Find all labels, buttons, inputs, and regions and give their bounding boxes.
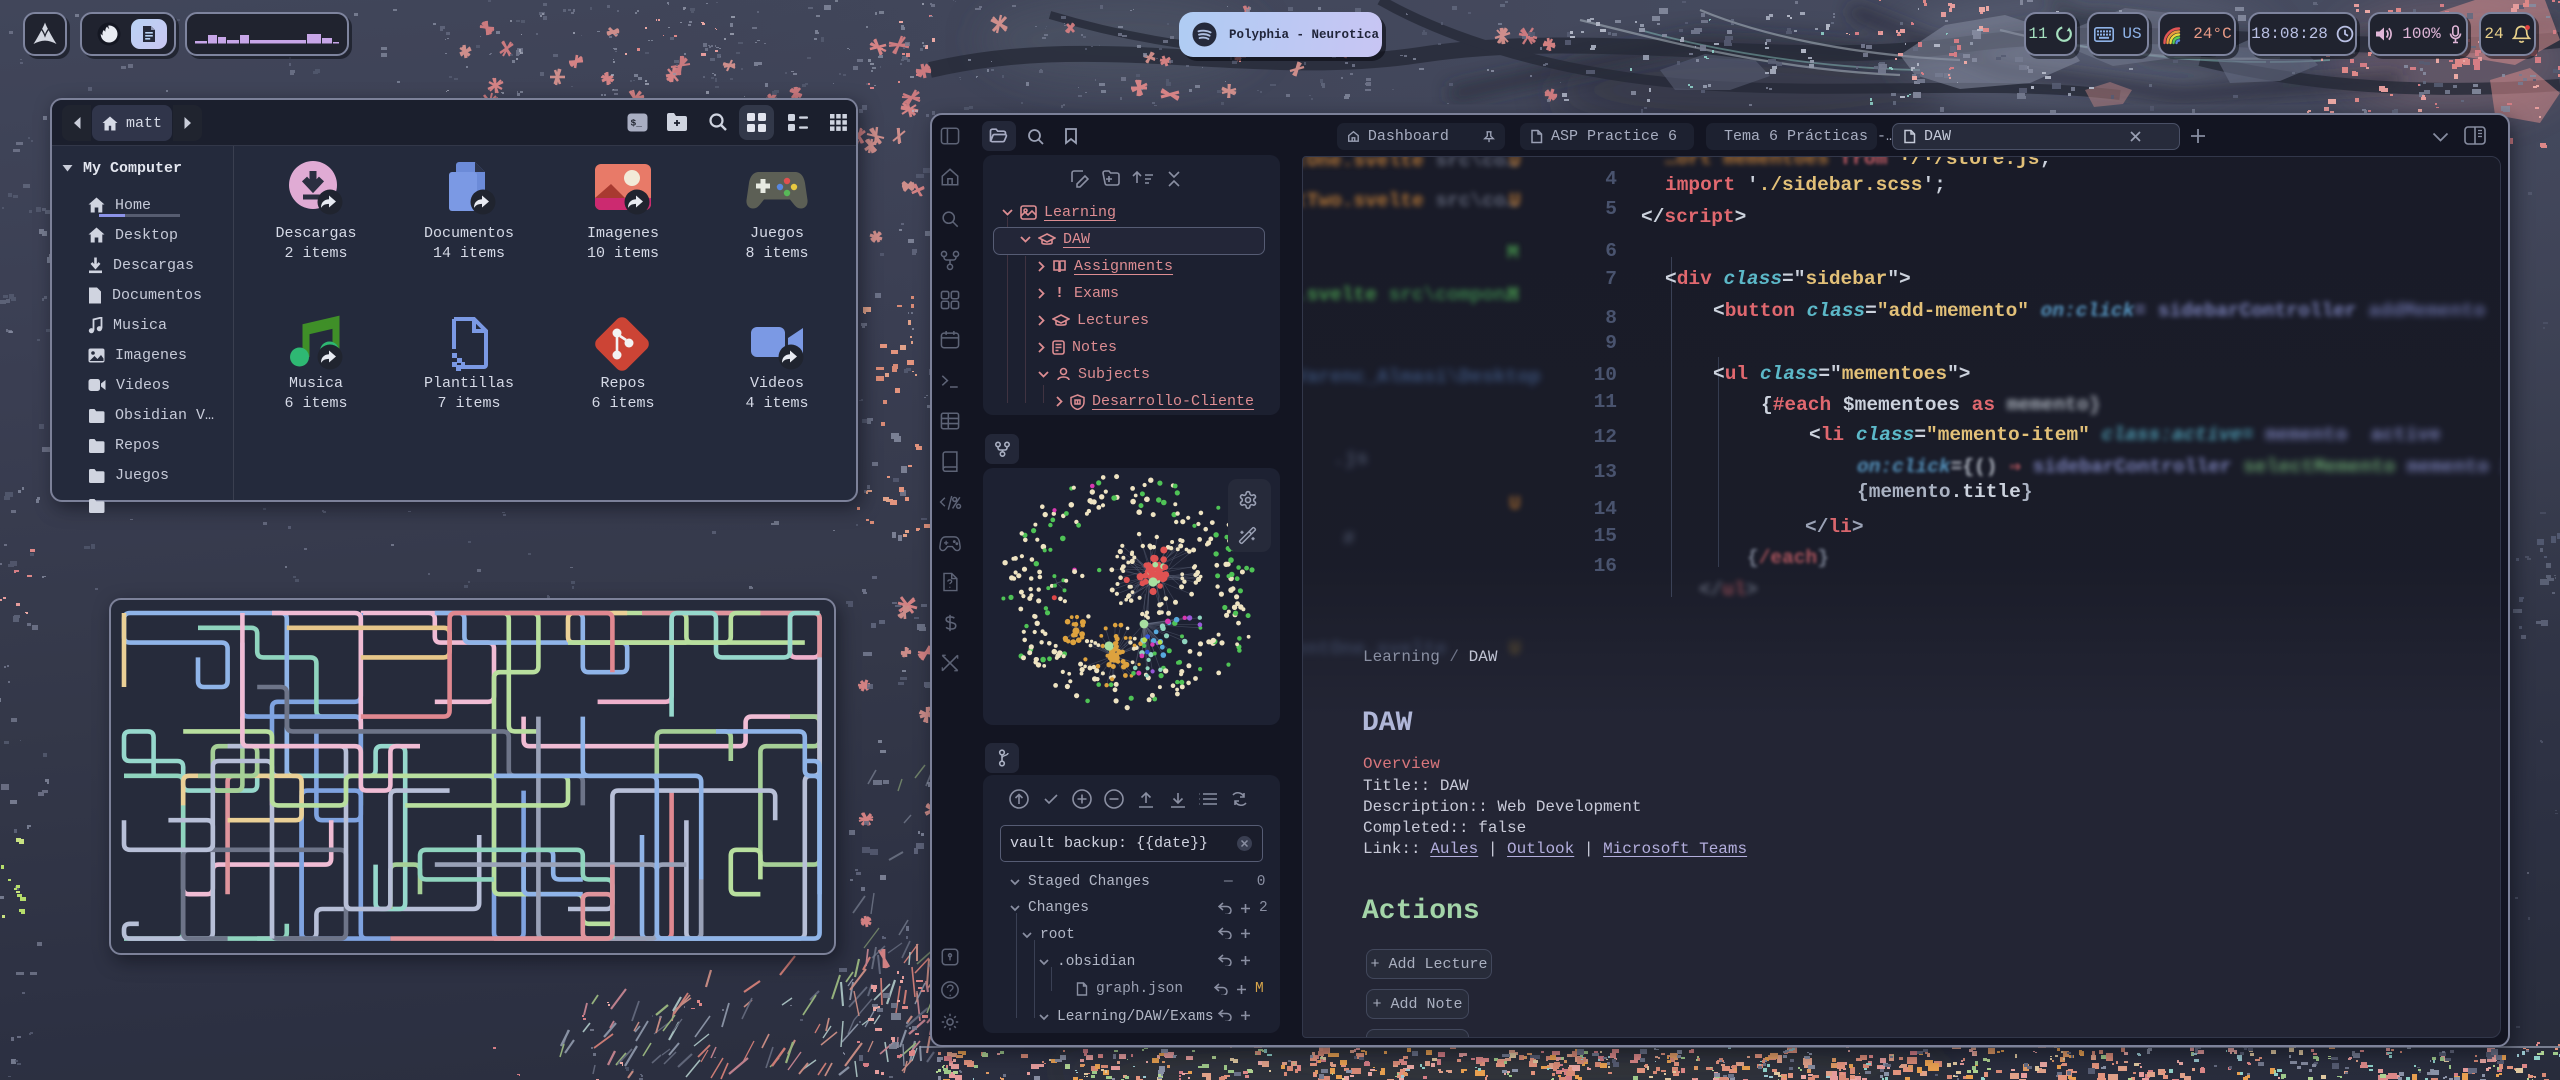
svg-text:$_: $_ [631, 118, 643, 129]
